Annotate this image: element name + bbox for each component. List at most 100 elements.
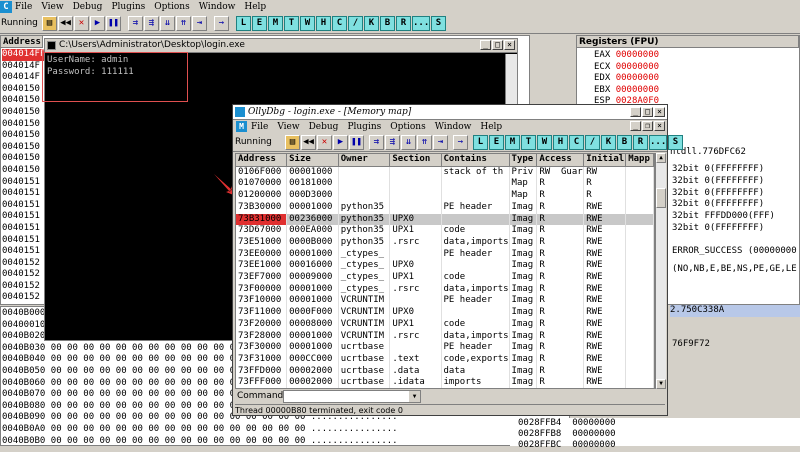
table-row[interactable]: 73F20000 00008000 VCRUNTIM UPX1 code Imag R RWE <box>236 318 654 331</box>
window-button-k[interactable]: K <box>364 16 379 31</box>
menu-file[interactable]: File <box>15 2 32 12</box>
scroll-thumb[interactable] <box>656 188 666 208</box>
table-row[interactable]: 73B31000 00236000 python35 UPX0 Imag R RWE <box>236 213 654 226</box>
memory-map-table[interactable]: Address Size Owner Section Contains Type Acces… <box>235 153 655 389</box>
table-row[interactable]: 73F28000 00001000 VCRUNTIM .rsrc data,import… <box>236 330 654 343</box>
column-header-access[interactable]: Access <box>536 154 585 167</box>
table-row[interactable]: 73F10000 00001000 VCRUNTIM PE header Imag R RW… <box>236 295 654 308</box>
window-button-k[interactable]: K <box>601 135 616 150</box>
window-button-m[interactable]: M <box>505 135 520 150</box>
table-row[interactable]: 73F00000 00001000 _ctypes_ .rsrc data,import… <box>236 283 654 296</box>
window-button-h[interactable]: H <box>553 135 568 150</box>
menu-debug[interactable]: Debug <box>73 2 103 12</box>
stack-pane[interactable]: 0028FFB4 00000000 0028FFB8 00000000 0028… <box>510 418 800 450</box>
step-into-icon[interactable]: ⇉ <box>369 135 384 150</box>
run-icon[interactable]: ▶ <box>90 16 105 31</box>
column-header-initial[interactable]: Initial <box>583 154 627 167</box>
table-row[interactable]: 73B30000 00001000 python35 PE header Imag R RW… <box>236 201 654 214</box>
register-ecx[interactable]: ECX 00000000 <box>594 62 659 74</box>
maximize-button[interactable]: □ <box>642 107 653 117</box>
pause-icon[interactable]: ❚❚ <box>349 135 364 150</box>
menu-help[interactable]: Help <box>480 122 502 132</box>
close-button[interactable]: × <box>504 40 515 50</box>
menu-plugins[interactable]: Plugins <box>111 2 145 12</box>
memmap-vertical-scrollbar[interactable]: ▲ ▼ <box>655 153 666 389</box>
trace-over-icon[interactable]: ⇈ <box>176 16 191 31</box>
minimize-button[interactable]: _ <box>480 40 491 50</box>
window-button-w[interactable]: W <box>537 135 552 150</box>
column-header-contains[interactable]: Contains <box>441 154 510 167</box>
table-row[interactable]: 73F30000 00001000 ucrtbase PE header Imag R RW… <box>236 342 654 354</box>
rewind-icon[interactable]: ◀◀ <box>58 16 73 31</box>
window-button-r[interactable]: R <box>396 16 411 31</box>
table-row[interactable]: 73FFD000 00002000 ucrtbase .data data Imag R RW… <box>236 365 654 378</box>
close-icon[interactable]: ✕ <box>317 135 332 150</box>
execute-till-return-icon[interactable]: ⇥ <box>433 135 448 150</box>
command-input[interactable]: ▼ <box>283 390 421 403</box>
window-button-dots[interactable]: ... <box>649 135 667 150</box>
table-row[interactable]: 73F11000 0000F000 VCRUNTIM UPX0 Imag R RWE <box>236 307 654 319</box>
menu-window[interactable]: Window <box>435 122 472 132</box>
window-button-l[interactable]: L <box>236 16 251 31</box>
menu-view[interactable]: View <box>277 122 299 132</box>
window-button-e[interactable]: E <box>489 135 504 150</box>
table-row[interactable]: 73F31000 000CC000 ucrtbase .text code,export… <box>236 353 654 366</box>
window-button-slash[interactable]: / <box>585 135 600 150</box>
goto-icon[interactable]: → <box>453 135 468 150</box>
window-button-s[interactable]: S <box>668 135 683 150</box>
table-row[interactable]: 73EF7000 00009000 _ctypes_ UPX1 code Imag R RWE <box>236 272 654 284</box>
window-button-e[interactable]: E <box>252 16 267 31</box>
table-row[interactable]: 73D67000 000EA000 python35 UPX1 code Imag R RWE <box>236 225 654 237</box>
close-button[interactable]: × <box>654 107 665 117</box>
window-button-dots[interactable]: ... <box>412 16 430 31</box>
menu-view[interactable]: View <box>41 2 63 12</box>
open-icon[interactable]: ▤ <box>42 16 57 31</box>
register-ebx[interactable]: EBX 00000000 <box>594 85 659 97</box>
window-button-c[interactable]: C <box>569 135 584 150</box>
menu-help[interactable]: Help <box>244 2 266 12</box>
table-row[interactable]: 0106F000 00001000 stack of th Priv RW Guar RW <box>236 166 654 179</box>
scroll-up-icon[interactable]: ▲ <box>656 153 666 163</box>
column-header-size[interactable]: Size <box>286 154 339 167</box>
table-row[interactable]: 73E51000 0000B000 python35 .rsrc data,import… <box>236 236 654 249</box>
register-edx[interactable]: EDX 00000000 <box>594 73 659 85</box>
table-row[interactable]: 73EE0000 00001000 _ctypes_ PE header Imag R RW… <box>236 248 654 261</box>
trace-over-icon[interactable]: ⇈ <box>417 135 432 150</box>
step-over-icon[interactable]: ⇶ <box>144 16 159 31</box>
menu-plugins[interactable]: Plugins <box>347 122 381 132</box>
menu-window[interactable]: Window <box>199 2 236 12</box>
open-icon[interactable]: ▤ <box>285 135 300 150</box>
mdi-restore-button[interactable]: ❐ <box>642 121 653 131</box>
window-button-s[interactable]: S <box>431 16 446 31</box>
column-header-section[interactable]: Section <box>389 154 442 167</box>
window-button-b[interactable]: B <box>380 16 395 31</box>
column-header-address[interactable]: Address <box>236 154 288 167</box>
close-icon[interactable]: ✕ <box>74 16 89 31</box>
step-into-icon[interactable]: ⇉ <box>128 16 143 31</box>
window-button-c[interactable]: C <box>332 16 347 31</box>
command-dropdown-icon[interactable]: ▼ <box>409 391 420 402</box>
window-button-b[interactable]: B <box>617 135 632 150</box>
table-row[interactable]: 01200000 000D3000 Map R R <box>236 190 654 202</box>
goto-icon[interactable]: → <box>214 16 229 31</box>
table-row[interactable]: 01070000 00181000 Map R R <box>236 178 654 191</box>
window-button-w[interactable]: W <box>300 16 315 31</box>
window-button-t[interactable]: T <box>284 16 299 31</box>
memory-map-window[interactable]: OllyDbg - login.exe - [Memory map] _ □ × M… <box>232 104 683 416</box>
register-eax[interactable]: EAX 00000000 <box>594 50 659 62</box>
rewind-icon[interactable]: ◀◀ <box>301 135 316 150</box>
maximize-button[interactable]: □ <box>492 40 503 50</box>
mdi-minimize-button[interactable]: _ <box>630 121 641 131</box>
window-button-slash[interactable]: / <box>348 16 363 31</box>
menu-options[interactable]: Options <box>154 2 189 12</box>
window-button-h[interactable]: H <box>316 16 331 31</box>
trace-into-icon[interactable]: ⇊ <box>160 16 175 31</box>
menu-file[interactable]: File <box>251 122 268 132</box>
run-icon[interactable]: ▶ <box>333 135 348 150</box>
table-row[interactable]: 73FFF000 00002000 ucrtbase .idata imports Ima… <box>236 377 654 388</box>
window-button-t[interactable]: T <box>521 135 536 150</box>
scroll-down-icon[interactable]: ▼ <box>656 379 666 389</box>
table-row[interactable]: 73EE1000 00016000 _ctypes_ UPX0 Imag R RWE <box>236 260 654 273</box>
execute-till-return-icon[interactable]: ⇥ <box>192 16 207 31</box>
column-header-type[interactable]: Type <box>509 154 538 167</box>
